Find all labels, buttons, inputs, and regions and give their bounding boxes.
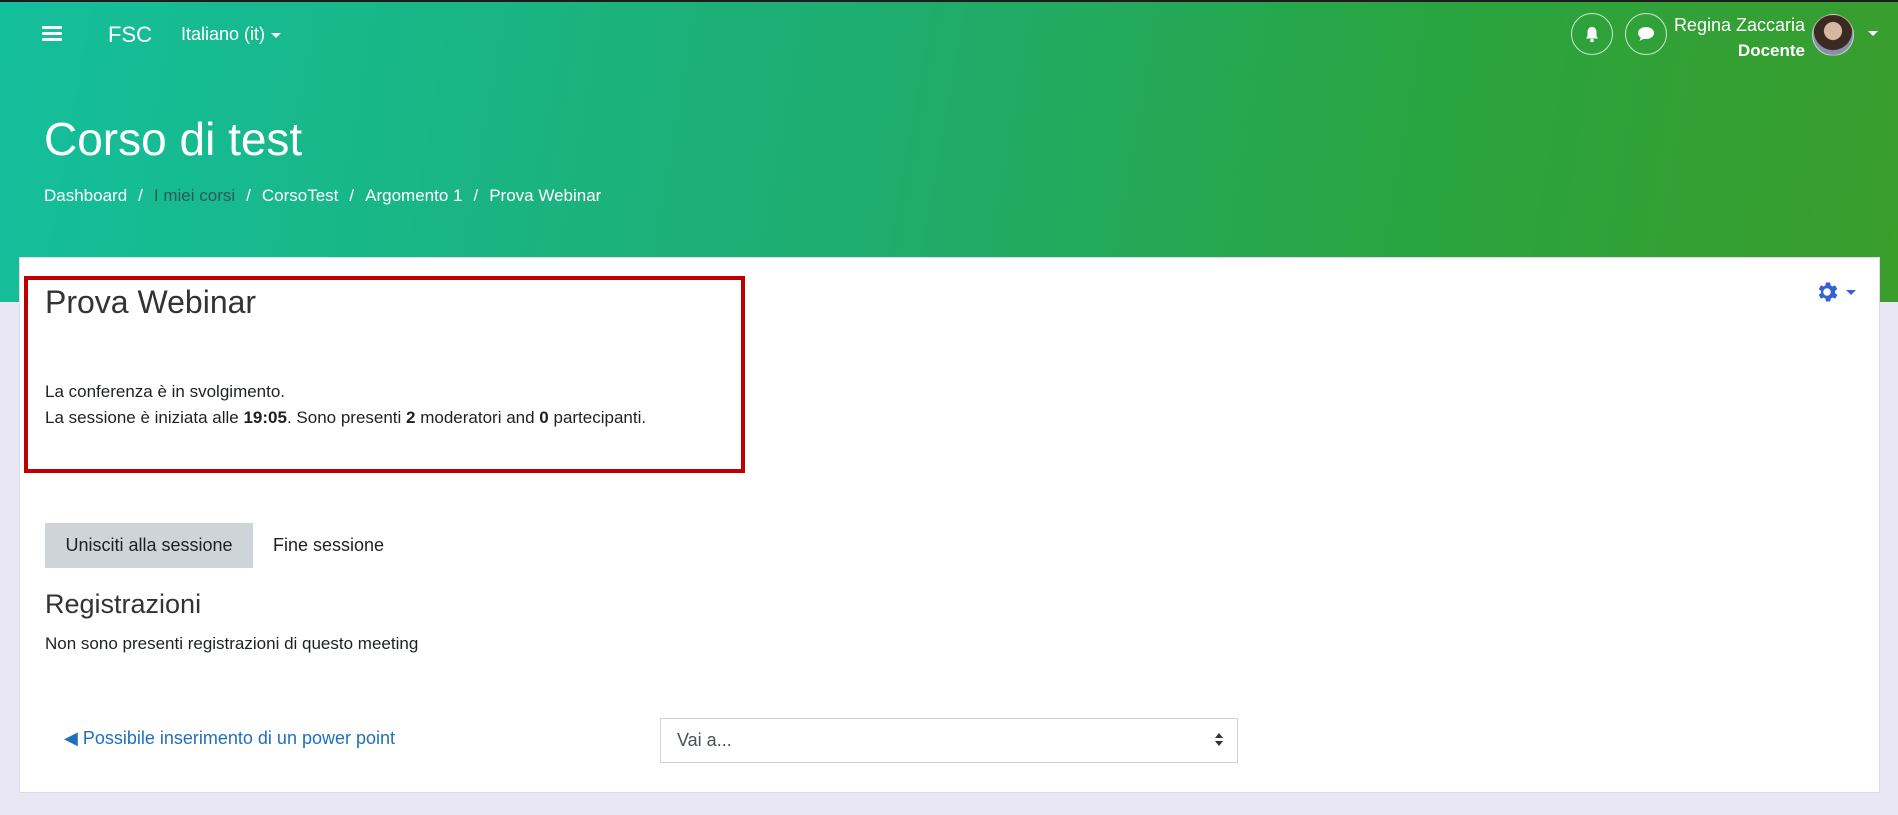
- previous-activity-link[interactable]: ◀ Possibile inserimento di un power poin…: [64, 728, 395, 749]
- breadcrumb-separator: /: [138, 186, 143, 205]
- recordings-empty-message: Non sono presenti registrazioni di quest…: [45, 634, 419, 653]
- user-menu-chevron-icon[interactable]: [1868, 31, 1878, 36]
- settings-menu[interactable]: [1814, 279, 1856, 305]
- bell-icon: [1586, 26, 1598, 42]
- user-name[interactable]: Regina Zaccaria: [1674, 15, 1805, 36]
- gear-icon: [1818, 282, 1838, 302]
- breadcrumb-item-my-courses[interactable]: I miei corsi: [154, 186, 235, 206]
- select-arrows-icon: [1215, 733, 1223, 749]
- hamburger-menu-icon[interactable]: [42, 26, 62, 44]
- chevron-down-icon: [1846, 289, 1856, 295]
- language-menu[interactable]: Italiano (it): [181, 24, 282, 45]
- breadcrumb-item-activity[interactable]: Prova Webinar: [489, 186, 601, 206]
- present-text: . Sono presenti: [286, 408, 407, 427]
- participants-count: 0: [539, 408, 549, 427]
- join-session-button[interactable]: Unisciti alla sessione: [45, 523, 253, 568]
- breadcrumb-item-course[interactable]: CorsoTest: [262, 186, 339, 206]
- end-session-button[interactable]: Fine sessione: [273, 535, 384, 556]
- page-title: Corso di test: [44, 113, 303, 165]
- recordings-heading: Registrazioni: [45, 589, 202, 619]
- chat-bubble-icon: [1638, 27, 1654, 41]
- session-info: La sessione è iniziata alle 19:05. Sono …: [45, 408, 646, 428]
- breadcrumb: Dashboard / I miei corsi / CorsoTest / A…: [44, 186, 601, 206]
- breadcrumb-item-dashboard[interactable]: Dashboard: [44, 186, 127, 206]
- avatar[interactable]: [1812, 14, 1854, 56]
- moderators-count: 2: [406, 408, 416, 427]
- moderators-text: moderatori and: [415, 408, 540, 427]
- jump-to-label: Vai a...: [677, 730, 732, 750]
- breadcrumb-item-topic[interactable]: Argomento 1: [365, 186, 462, 206]
- language-label: Italiano (it): [181, 24, 266, 44]
- session-start-time: 19:05: [243, 408, 287, 427]
- participants-text: partecipanti.: [548, 408, 647, 427]
- user-role: Docente: [1737, 41, 1805, 60]
- site-brand[interactable]: FSC: [108, 22, 152, 48]
- messages-button[interactable]: [1625, 13, 1667, 55]
- breadcrumb-separator: /: [246, 186, 251, 205]
- conference-status: La conferenza è in svolgimento.: [45, 382, 286, 401]
- jump-to-select[interactable]: Vai a...: [660, 718, 1238, 763]
- notifications-button[interactable]: [1571, 13, 1613, 55]
- chevron-down-icon: [271, 32, 282, 38]
- activity-title: Prova Webinar: [45, 284, 257, 320]
- session-prefix: La sessione è iniziata alle: [45, 408, 244, 427]
- breadcrumb-separator: /: [349, 186, 355, 205]
- breadcrumb-separator: /: [473, 186, 479, 205]
